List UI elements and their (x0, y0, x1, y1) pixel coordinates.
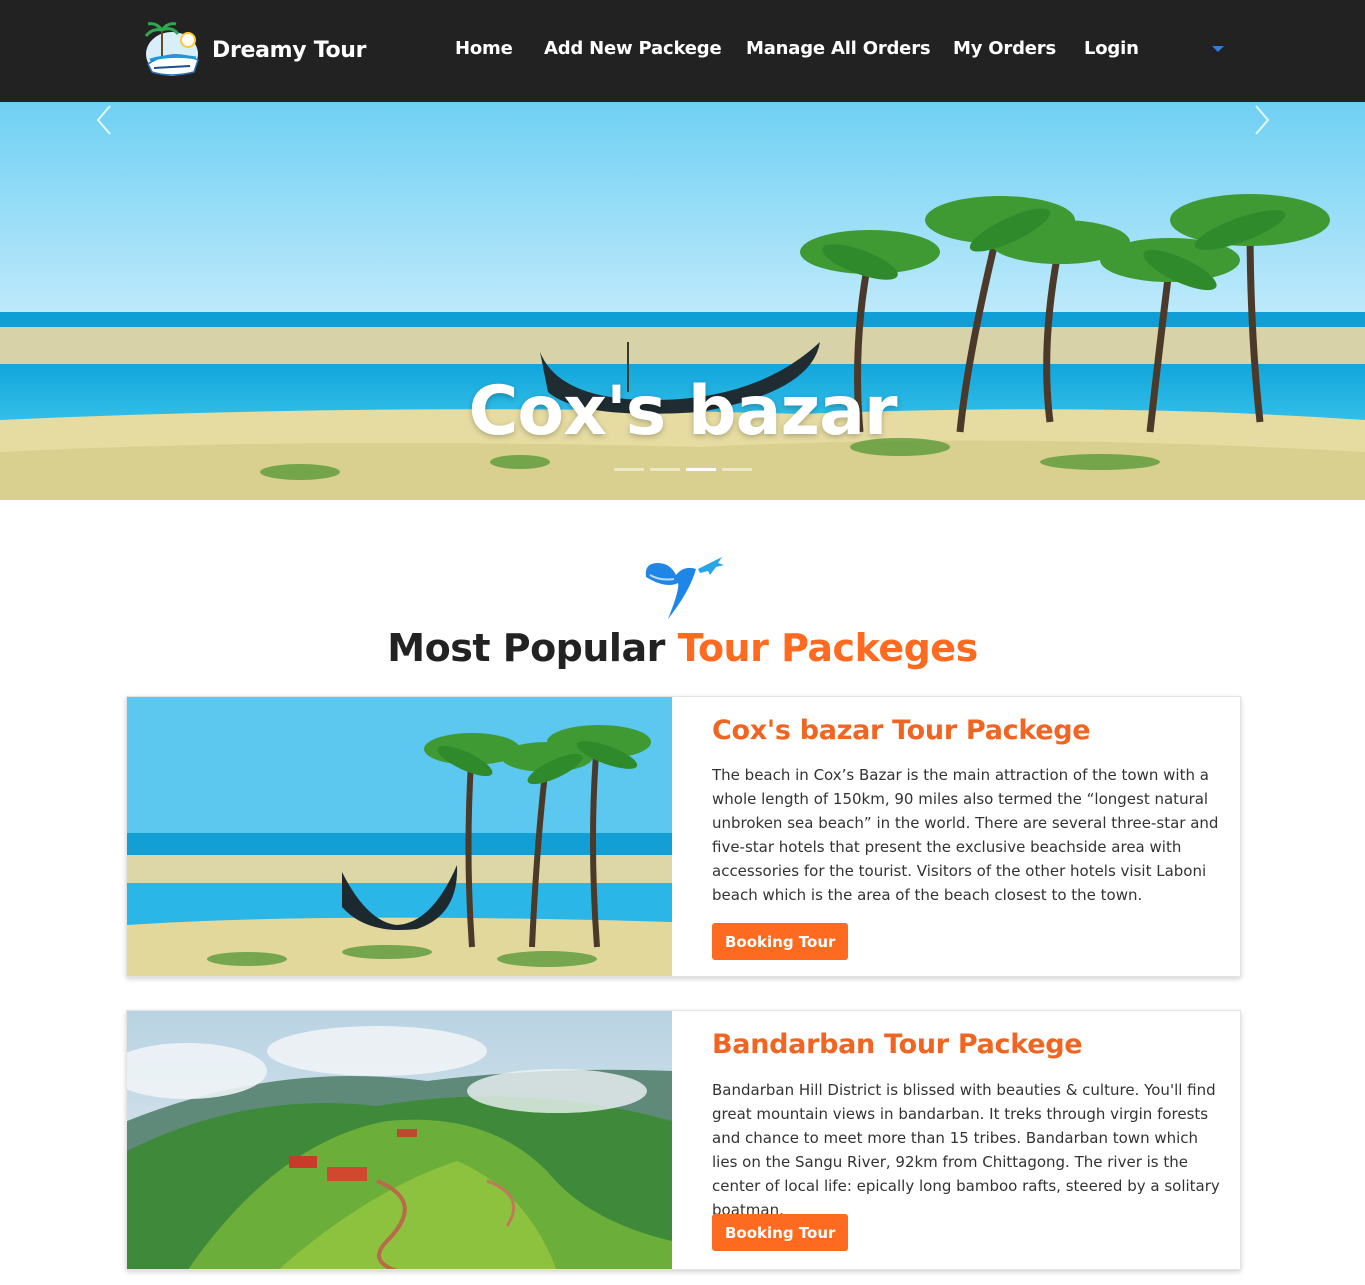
section-title: Most Popular Tour Packeges (0, 626, 1365, 670)
caret-down-icon[interactable] (1212, 46, 1224, 52)
booking-tour-button[interactable]: Booking Tour (712, 923, 849, 960)
booking-tour-button[interactable]: Booking Tour (712, 1214, 849, 1251)
nav-my-orders[interactable]: My Orders (953, 38, 1056, 59)
package-image-coxs-bazar (127, 697, 672, 976)
carousel-indicator[interactable] (650, 468, 680, 471)
package-image-bandarban (127, 1011, 672, 1269)
chevron-left-icon[interactable] (92, 102, 114, 138)
carousel-indicator[interactable] (614, 468, 644, 471)
main-nav: Home Add New Packege Manage All Orders M… (0, 38, 1365, 68)
nav-add-new-package[interactable]: Add New Packege (544, 38, 722, 59)
section-title-accent: Tour Packeges (677, 626, 979, 670)
package-description: Bandarban Hill District is blissed with … (712, 1081, 1220, 1219)
nav-manage-all-orders[interactable]: Manage All Orders (746, 38, 931, 59)
package-title: Bandarban Tour Packege (712, 1029, 1083, 1060)
package-description: The beach in Cox’s Bazar is the main att… (712, 766, 1219, 904)
nav-home[interactable]: Home (455, 38, 513, 59)
package-card-bandarban: Bandarban Tour Packege Bandarban Hill Di… (126, 1010, 1241, 1270)
navbar: Dreamy Tour Home Add New Packege Manage … (0, 0, 1365, 102)
carousel-indicator[interactable] (722, 468, 752, 471)
chevron-right-icon[interactable] (1252, 102, 1274, 138)
nav-login[interactable]: Login (1084, 38, 1139, 59)
package-card-coxs-bazar: Cox's bazar Tour Packege The beach in Co… (126, 696, 1241, 977)
hero-carousel: Cox's bazar (0, 102, 1365, 500)
heart-airplane-icon (645, 557, 724, 619)
section-title-main: Most Popular (387, 626, 665, 670)
hero-title: Cox's bazar (468, 372, 897, 451)
package-title: Cox's bazar Tour Packege (712, 715, 1091, 746)
carousel-indicator-active[interactable] (686, 468, 716, 471)
carousel-indicators (614, 468, 752, 471)
